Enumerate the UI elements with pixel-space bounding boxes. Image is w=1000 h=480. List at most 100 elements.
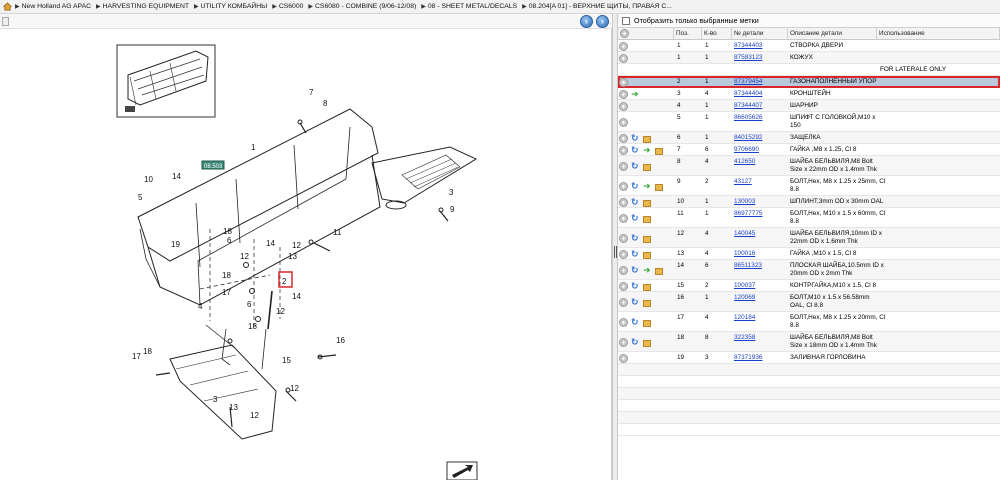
expand-row-icon[interactable] (619, 318, 628, 327)
replacement-icon[interactable]: ↻ (631, 298, 640, 307)
forward-icon[interactable]: ➜ (643, 146, 652, 155)
expand-row-icon[interactable] (619, 162, 628, 171)
table-row[interactable]: ↻ ➜ 14 6 86511323 ПЛОСКАЯ ШАЙБА,10.5mm ID x 20… (618, 260, 1000, 280)
expand-icon[interactable] (2, 17, 9, 26)
header-description[interactable]: Описание детали (788, 28, 877, 39)
package-icon[interactable] (643, 299, 651, 307)
replacement-icon[interactable]: ↻ (631, 198, 640, 207)
navigate-arrow-icon[interactable] (446, 461, 478, 480)
part-number-link[interactable]: 9706690 (734, 146, 759, 153)
expand-row-icon[interactable] (619, 298, 628, 307)
table-row[interactable]: 1 1 87583123 КОЖУХ (618, 52, 1000, 64)
replacement-icon[interactable]: ↻ (631, 134, 640, 143)
table-row[interactable]: ➜ 3 4 87344404 КРОНШТЕЙН (618, 88, 1000, 100)
forward-icon[interactable]: ➜ (643, 266, 652, 275)
table-row[interactable]: 1 1 87344403 СТВОРКА ДВЕРИ (618, 40, 1000, 52)
show-selected-checkbox[interactable] (622, 16, 630, 25)
table-row[interactable]: ↻ ➜ 9 2 43127 БОЛТ,Hex, M8 x 1.25 x 25mm, Cl 8… (618, 176, 1000, 196)
part-number-link[interactable]: 87379454 (734, 78, 762, 85)
package-icon[interactable] (643, 339, 651, 347)
part-number-link[interactable]: 86605626 (734, 114, 762, 121)
breadcrumb-item[interactable]: 08 - SHEET METAL/DECALS (428, 3, 517, 10)
package-icon[interactable] (643, 163, 651, 171)
part-number-link[interactable]: 87583123 (734, 54, 762, 61)
table-row[interactable]: ↻ 11 1 86977775 БОЛТ,Hex, M10 x 1.5 x 60mm, … (618, 208, 1000, 228)
part-number-link[interactable]: 100037 (734, 282, 755, 289)
part-number-link[interactable]: 130003 (734, 198, 755, 205)
header-usage[interactable]: Использование (877, 28, 1000, 39)
part-number-link[interactable]: 84015292 (734, 134, 762, 141)
package-icon[interactable] (643, 283, 651, 291)
table-row[interactable]: 5 1 86605626 ШПИФТ С ГОЛОВКОЙ,M10 x 150 (618, 112, 1000, 132)
previous-button[interactable]: ‹ (580, 15, 593, 28)
expand-row-icon[interactable] (619, 78, 628, 87)
table-row[interactable]: ↻ ➜ 7 6 9706690 ГАЙКА ,M8 x 1.25, Cl 8 (618, 144, 1000, 156)
header-pos[interactable]: Поз. (674, 28, 702, 39)
package-icon[interactable] (655, 147, 663, 155)
expand-row-icon[interactable] (619, 90, 628, 99)
header-part-number[interactable]: № детали (732, 28, 788, 39)
part-number-link[interactable]: 86977775 (734, 210, 762, 217)
replacement-icon[interactable]: ↻ (631, 182, 640, 191)
part-number-link[interactable]: 86511323 (734, 262, 762, 269)
part-number-link[interactable]: 120069 (734, 294, 755, 301)
header-qty[interactable]: К-во (702, 28, 732, 39)
part-number-link[interactable]: 43127 (734, 178, 752, 185)
expand-row-icon[interactable] (619, 234, 628, 243)
replacement-icon[interactable]: ↻ (631, 282, 640, 291)
package-icon[interactable] (655, 267, 663, 275)
part-number-link[interactable]: 87371936 (734, 354, 762, 361)
package-icon[interactable] (643, 319, 651, 327)
table-row-selected[interactable]: 2 1 87379454 ГАЗОНАПОЛНЕННЫЙ УПОР (618, 76, 1000, 88)
part-number-link[interactable]: 87344407 (734, 102, 762, 109)
table-row[interactable]: ↻ 6 1 84015292 ЗАЩЕЛКА (618, 132, 1000, 144)
overview-thumbnail[interactable] (116, 44, 216, 118)
home-icon[interactable] (3, 2, 12, 11)
expand-row-icon[interactable] (619, 102, 628, 111)
table-row[interactable]: 4 1 87344407 ШАРНИР (618, 100, 1000, 112)
table-row[interactable]: 19 3 87371936 ЗАЛИВНАЯ ГОРЛОВИНА (618, 352, 1000, 364)
breadcrumb-item[interactable]: HARVESTING EQUIPMENT (103, 3, 189, 10)
part-number-link[interactable]: 87344403 (734, 42, 762, 49)
part-number-link[interactable]: 120184 (734, 314, 755, 321)
table-row[interactable]: ↻ 16 1 120069 БОЛТ,M10 x 1.5 x 56.58mm OAL, C… (618, 292, 1000, 312)
replacement-icon[interactable]: ↻ (631, 250, 640, 259)
part-number-link[interactable]: 322358 (734, 334, 755, 341)
table-row[interactable]: ↻ 18 8 322358 ШАЙБА БЕЛЬВИЛЯ,M8 Bolt Size x 1… (618, 332, 1000, 352)
replacement-icon[interactable]: ↻ (631, 146, 640, 155)
package-icon[interactable] (655, 183, 663, 191)
replacement-icon[interactable]: ↻ (631, 338, 640, 347)
table-row[interactable]: ↻ 8 4 412650 ШАЙБА БЕЛЬВИЛЯ,M8 Bolt Size x 22… (618, 156, 1000, 176)
table-row[interactable]: ↻ 15 2 100037 КОНТРГАЙКА,M10 x 1.5, Cl 8 (618, 280, 1000, 292)
breadcrumb-item[interactable]: New Holland AG APAC (22, 3, 91, 10)
table-row[interactable]: ↻ 17 4 120184 БОЛТ,Hex, M8 x 1.25 x 20mm, Cl… (618, 312, 1000, 332)
replacement-icon[interactable]: ↻ (631, 214, 640, 223)
expand-row-icon[interactable] (619, 198, 628, 207)
expand-row-icon[interactable] (619, 354, 628, 363)
expand-row-icon[interactable] (619, 42, 628, 51)
package-icon[interactable] (643, 251, 651, 259)
forward-icon[interactable]: ➜ (643, 182, 652, 191)
replacement-icon[interactable]: ↻ (631, 234, 640, 243)
breadcrumb-item[interactable]: CS6000 (279, 3, 304, 10)
table-row[interactable]: ↻ 10 1 130003 ШПЛИНТ,3mm OD x 30mm OAL (618, 196, 1000, 208)
expand-row-icon[interactable] (619, 338, 628, 347)
exploded-diagram[interactable]: 08.503 1 7 8 14 10 5 3 18 6 19 12 9 11 1… (0, 29, 612, 480)
package-icon[interactable] (643, 135, 651, 143)
expand-row-icon[interactable] (619, 146, 628, 155)
replacement-icon[interactable]: ↻ (631, 318, 640, 327)
header-icons[interactable] (618, 28, 674, 39)
expand-row-icon[interactable] (619, 250, 628, 259)
package-icon[interactable] (643, 215, 651, 223)
expand-row-icon[interactable] (619, 134, 628, 143)
expand-row-icon[interactable] (619, 118, 628, 127)
expand-row-icon[interactable] (619, 282, 628, 291)
part-number-link[interactable]: 100016 (734, 250, 755, 257)
expand-row-icon[interactable] (619, 214, 628, 223)
replacement-icon[interactable]: ↻ (631, 162, 640, 171)
forward-icon[interactable]: ➜ (631, 90, 640, 99)
part-number-link[interactable]: 87344404 (734, 90, 762, 97)
next-button[interactable]: › (596, 15, 609, 28)
package-icon[interactable] (643, 199, 651, 207)
expand-row-icon[interactable] (619, 54, 628, 63)
